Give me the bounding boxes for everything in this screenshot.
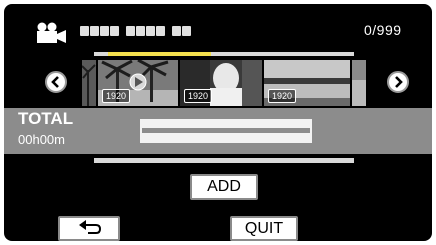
scene-counter: 0/999 <box>364 22 402 38</box>
chevron-left-icon <box>51 76 59 88</box>
total-label: TOTAL <box>18 109 74 128</box>
add-button[interactable]: ADD <box>190 174 258 200</box>
thumbnail-3[interactable]: 1920 <box>180 60 262 106</box>
thumbnail-2[interactable]: 1920 <box>98 60 178 106</box>
total-duration: 00h00m <box>18 132 65 147</box>
previous-scene-button[interactable] <box>45 71 67 93</box>
thumbnail-strip[interactable]: 1920 1920 1920 <box>82 60 366 106</box>
resolution-tag: 1920 <box>102 89 131 103</box>
lcd-panel: 0/999 1920 1920 1920 TOTAL 00h00m ADD QU… <box>4 4 432 241</box>
playlist-total-bar-fill <box>142 128 310 133</box>
thumbnail-4[interactable]: 1920 <box>264 60 350 106</box>
resolution-tag: 1920 <box>268 89 297 103</box>
thumbnail-1[interactable]: 1920 <box>82 60 96 106</box>
back-button[interactable] <box>58 216 120 241</box>
movie-camera-icon <box>37 22 66 43</box>
chevron-right-icon <box>395 76 403 88</box>
quit-button[interactable]: QUIT <box>230 216 298 241</box>
camera-screen: 0/999 1920 1920 1920 TOTAL 00h00m ADD QU… <box>0 0 436 245</box>
thumbnail-5[interactable] <box>352 60 366 106</box>
recording-date <box>80 4 191 44</box>
next-scene-button[interactable] <box>387 71 409 93</box>
playlist-track <box>94 158 354 163</box>
return-arrow-icon <box>79 220 102 234</box>
resolution-tag: 1920 <box>184 89 213 103</box>
playback-progress-bar <box>108 52 211 56</box>
